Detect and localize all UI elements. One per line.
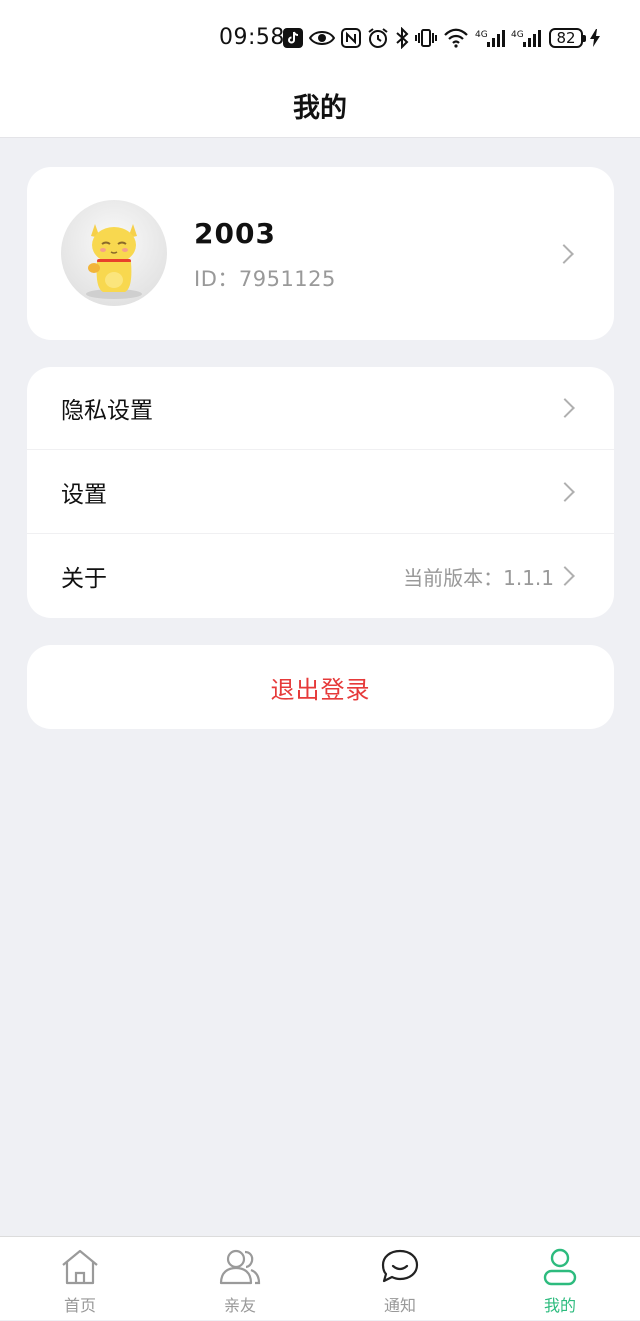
app-version: 当前版本：1.1.1 (403, 566, 554, 590)
alarm-icon (367, 27, 389, 49)
logout-button[interactable]: 退出登录 (27, 645, 614, 729)
menu-item-about[interactable]: 关于 当前版本：1.1.1 (27, 535, 614, 618)
logout-card: 退出登录 (27, 645, 614, 729)
status-bar: 09:58 4G 4G 82 (0, 0, 640, 72)
user-icon (538, 1247, 582, 1287)
chevron-right-icon (555, 398, 575, 418)
vibrate-icon (415, 28, 437, 48)
status-time: 09:58 (219, 25, 285, 50)
chat-icon (378, 1247, 422, 1287)
profile-card[interactable]: 2003 ID：7951125 (27, 167, 614, 340)
svg-text:4G: 4G (511, 30, 524, 40)
bottom-tab-bar: 首页 亲友 通知 我的 (0, 1236, 640, 1320)
avatar[interactable] (61, 200, 167, 306)
eye-icon (309, 29, 335, 47)
menu-item-privacy-settings[interactable]: 隐私设置 (27, 367, 614, 450)
tab-label: 我的 (543, 1296, 576, 1315)
svg-text:4G: 4G (475, 30, 488, 40)
wifi-icon (443, 28, 469, 48)
page-title: 我的 (293, 93, 347, 124)
tab-profile[interactable]: 我的 (480, 1237, 640, 1321)
battery-icon: 82 (549, 28, 586, 48)
signal-4g-icon: 4G (511, 28, 541, 48)
header: 我的 (0, 72, 640, 138)
signal-4g-icon: 4G (475, 28, 505, 48)
menu-item-label: 设置 (61, 482, 107, 508)
user-id: ID：7951125 (194, 267, 336, 291)
chevron-right-icon (555, 566, 575, 586)
menu-item-label: 关于 (61, 566, 107, 592)
chevron-right-icon (554, 244, 574, 264)
tiktok-icon (283, 28, 303, 48)
settings-menu: 隐私设置 设置 关于 当前版本：1.1.1 (27, 367, 614, 618)
tab-notifications[interactable]: 通知 (320, 1237, 480, 1321)
home-icon (58, 1247, 102, 1287)
menu-item-settings[interactable]: 设置 (27, 451, 614, 534)
status-icons: 4G 4G 82 (283, 24, 601, 52)
chevron-right-icon (555, 482, 575, 502)
menu-item-label: 隐私设置 (61, 398, 153, 424)
friends-icon (218, 1247, 262, 1287)
tab-label: 亲友 (223, 1296, 256, 1315)
charging-icon (589, 28, 601, 48)
tab-friends[interactable]: 亲友 (160, 1237, 320, 1321)
bluetooth-icon (395, 27, 409, 49)
username: 2003 (194, 217, 276, 250)
tab-label: 首页 (63, 1296, 96, 1315)
tab-label: 通知 (383, 1296, 416, 1315)
tab-home[interactable]: 首页 (0, 1237, 160, 1321)
nfc-icon (341, 28, 361, 48)
